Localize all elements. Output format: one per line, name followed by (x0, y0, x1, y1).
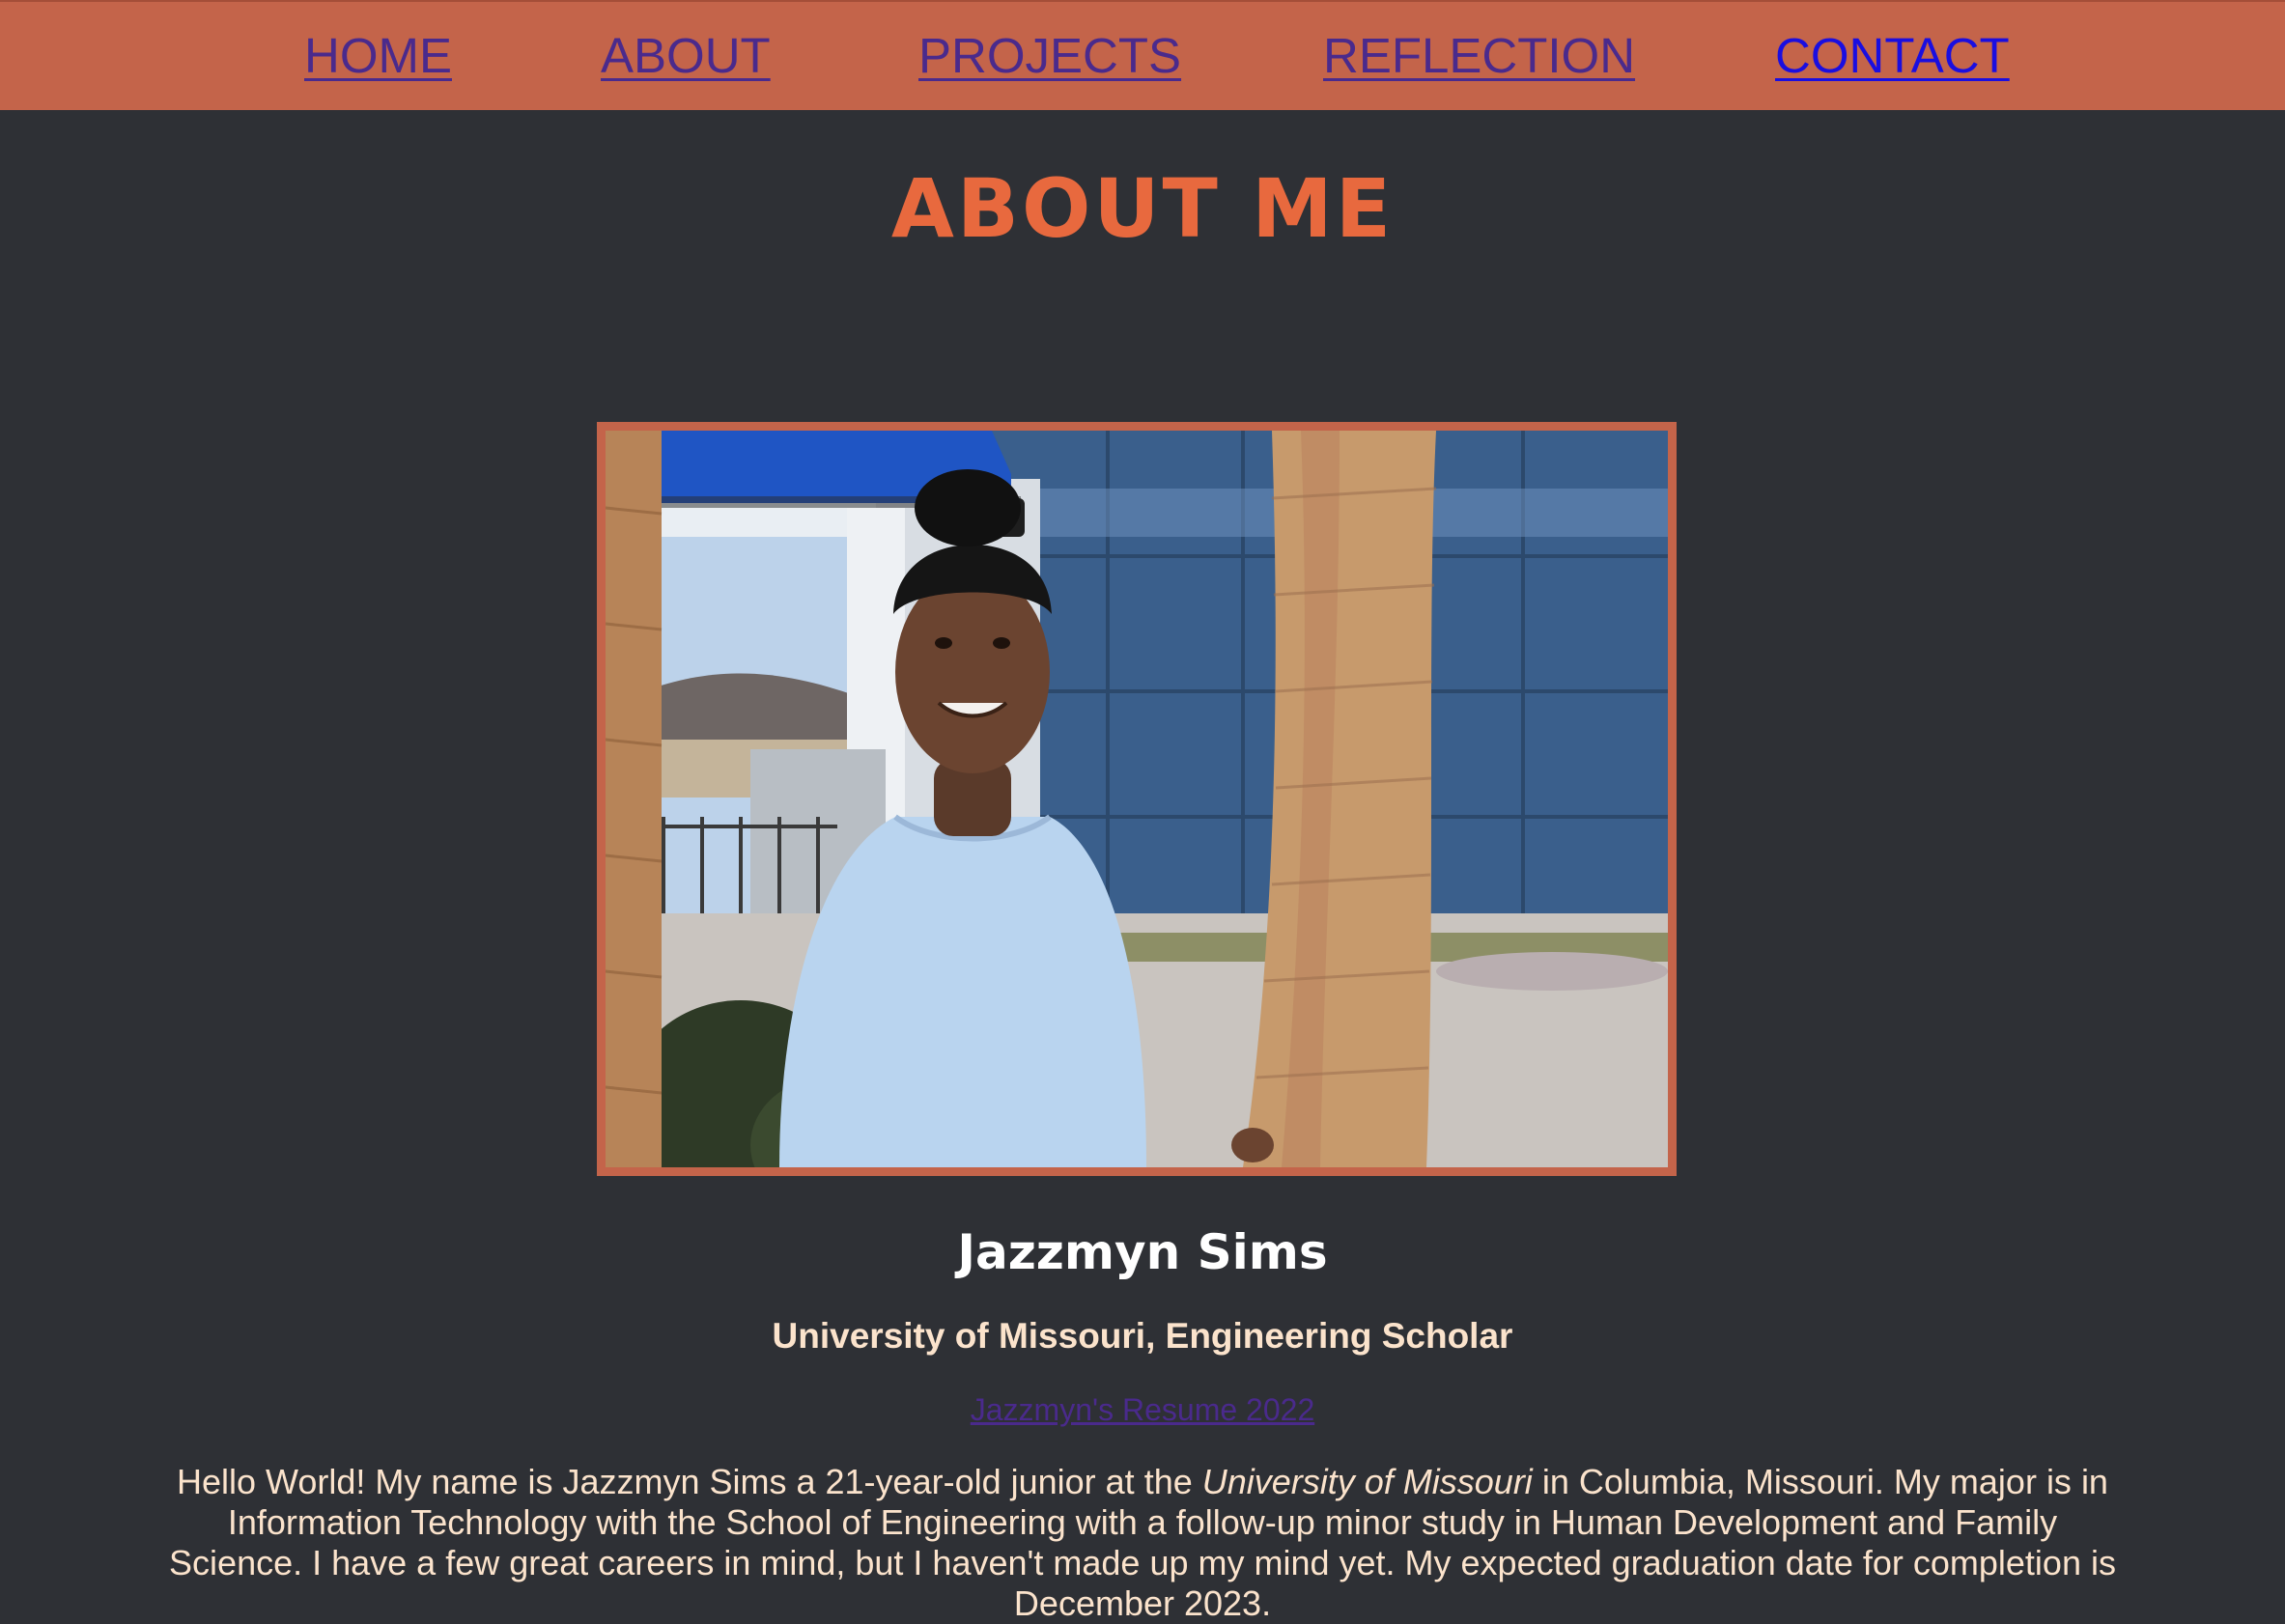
resume-link-container: Jazzmyn's Resume 2022 (0, 1390, 2285, 1429)
bio-paragraph: Hello World! My name is Jazzmyn Sims a 2… (164, 1462, 2121, 1624)
profile-name: Jazzmyn Sims (957, 1224, 1328, 1280)
profile-subtitle: University of Missouri, Engineering Scho… (772, 1316, 1513, 1356)
resume-link[interactable]: Jazzmyn's Resume 2022 (971, 1392, 1314, 1427)
nav-link-reflection[interactable]: REFLECTION (1323, 27, 1635, 85)
nav-link-home[interactable]: HOME (304, 27, 452, 85)
nav-link-about[interactable]: ABOUT (601, 27, 771, 85)
bio-university: University of Missouri (1201, 1462, 1533, 1501)
bio-text-part1: Hello World! My name is Jazzmyn Sims a 2… (177, 1462, 1202, 1501)
page-title: ABOUT ME (890, 161, 1395, 256)
nav-link-projects[interactable]: PROJECTS (918, 27, 1181, 85)
profile-photo (597, 422, 1677, 1176)
nav-link-contact[interactable]: CONTACT (1775, 27, 2010, 85)
top-navigation: HOME ABOUT PROJECTS REFLECTION CONTACT (0, 0, 2285, 110)
profile-photo-image (606, 431, 1668, 1167)
